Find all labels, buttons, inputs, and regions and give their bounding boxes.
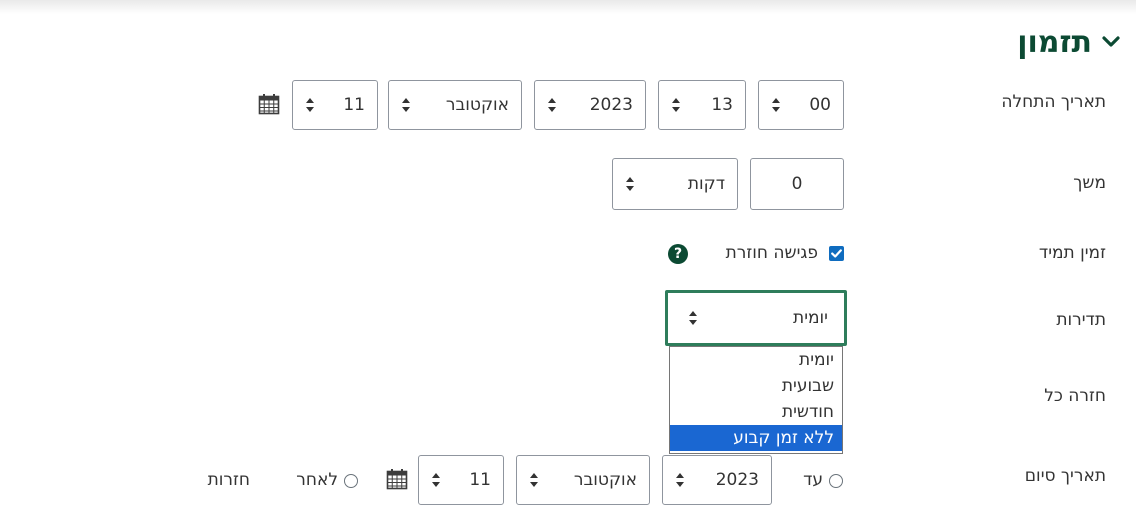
after-radio[interactable] — [344, 474, 358, 488]
after-label[interactable]: לאחר — [296, 470, 338, 490]
end-year-value: 2023 — [715, 470, 759, 490]
updown-icon — [431, 472, 441, 488]
start-day-select[interactable]: 11 — [292, 80, 378, 130]
updown-icon — [688, 310, 698, 326]
check-icon — [831, 249, 842, 258]
repeat-every-label: חזרה כל — [1044, 386, 1106, 406]
until-radio[interactable] — [829, 474, 843, 488]
frequency-option[interactable]: חודשית — [670, 399, 842, 425]
section-header-scheduling[interactable]: תזמון — [1017, 22, 1124, 62]
start-day-value: 11 — [343, 95, 365, 115]
calendar-icon[interactable] — [386, 468, 408, 490]
updown-icon — [675, 472, 685, 488]
end-year-select[interactable]: 2023 — [662, 455, 772, 505]
updown-icon — [625, 176, 635, 192]
duration-input[interactable]: 0 — [750, 158, 844, 210]
duration-unit-value: דקות — [687, 174, 725, 194]
frequency-option[interactable]: יומית — [670, 347, 842, 373]
help-icon[interactable]: ? — [668, 244, 688, 264]
end-date-label: תאריך סיום — [1024, 466, 1106, 486]
end-month-value: אוקטובר — [573, 470, 637, 490]
until-label[interactable]: עד — [803, 470, 823, 490]
end-month-select[interactable]: אוקטובר — [516, 455, 650, 505]
start-minute-select[interactable]: 00 — [758, 80, 844, 130]
start-hour-select[interactable]: 13 — [658, 80, 746, 130]
start-month-select[interactable]: אוקטובר — [388, 80, 522, 130]
updown-icon — [671, 97, 681, 113]
frequency-option-highlighted[interactable]: ללא זמן קבוע — [670, 425, 842, 451]
top-bar — [0, 0, 1136, 14]
chevron-down-icon[interactable] — [1098, 29, 1124, 55]
frequency-select[interactable]: יומית — [665, 290, 847, 346]
frequency-label: תדירות — [1056, 310, 1106, 330]
duration-label: משך — [1073, 173, 1106, 193]
section-title: תזמון — [1017, 24, 1092, 60]
occurrences-label: חזרות — [207, 470, 250, 490]
end-day-value: 11 — [469, 470, 491, 490]
recurring-checkbox-label[interactable]: פגישה חוזרת — [726, 243, 818, 263]
duration-unit-select[interactable]: דקות — [612, 158, 738, 210]
updown-icon — [305, 97, 315, 113]
start-hour-value: 13 — [711, 95, 733, 115]
start-minute-value: 00 — [809, 95, 831, 115]
updown-icon — [547, 97, 557, 113]
duration-value: 0 — [791, 174, 803, 194]
start-year-value: 2023 — [589, 95, 633, 115]
start-month-value: אוקטובר — [445, 95, 509, 115]
start-year-select[interactable]: 2023 — [534, 80, 646, 130]
end-day-select[interactable]: 11 — [418, 455, 504, 505]
frequency-dropdown: יומית שבועית חודשית ללא זמן קבוע — [669, 346, 843, 454]
always-available-label: זמין תמיד — [1038, 243, 1106, 263]
updown-icon — [401, 97, 411, 113]
frequency-option[interactable]: שבועית — [670, 373, 842, 399]
updown-icon — [529, 472, 539, 488]
calendar-icon[interactable] — [258, 93, 280, 115]
frequency-selected: יומית — [793, 308, 828, 328]
start-date-label: תאריך התחלה — [1001, 92, 1106, 112]
updown-icon — [771, 97, 781, 113]
recurring-checkbox[interactable] — [829, 246, 844, 261]
